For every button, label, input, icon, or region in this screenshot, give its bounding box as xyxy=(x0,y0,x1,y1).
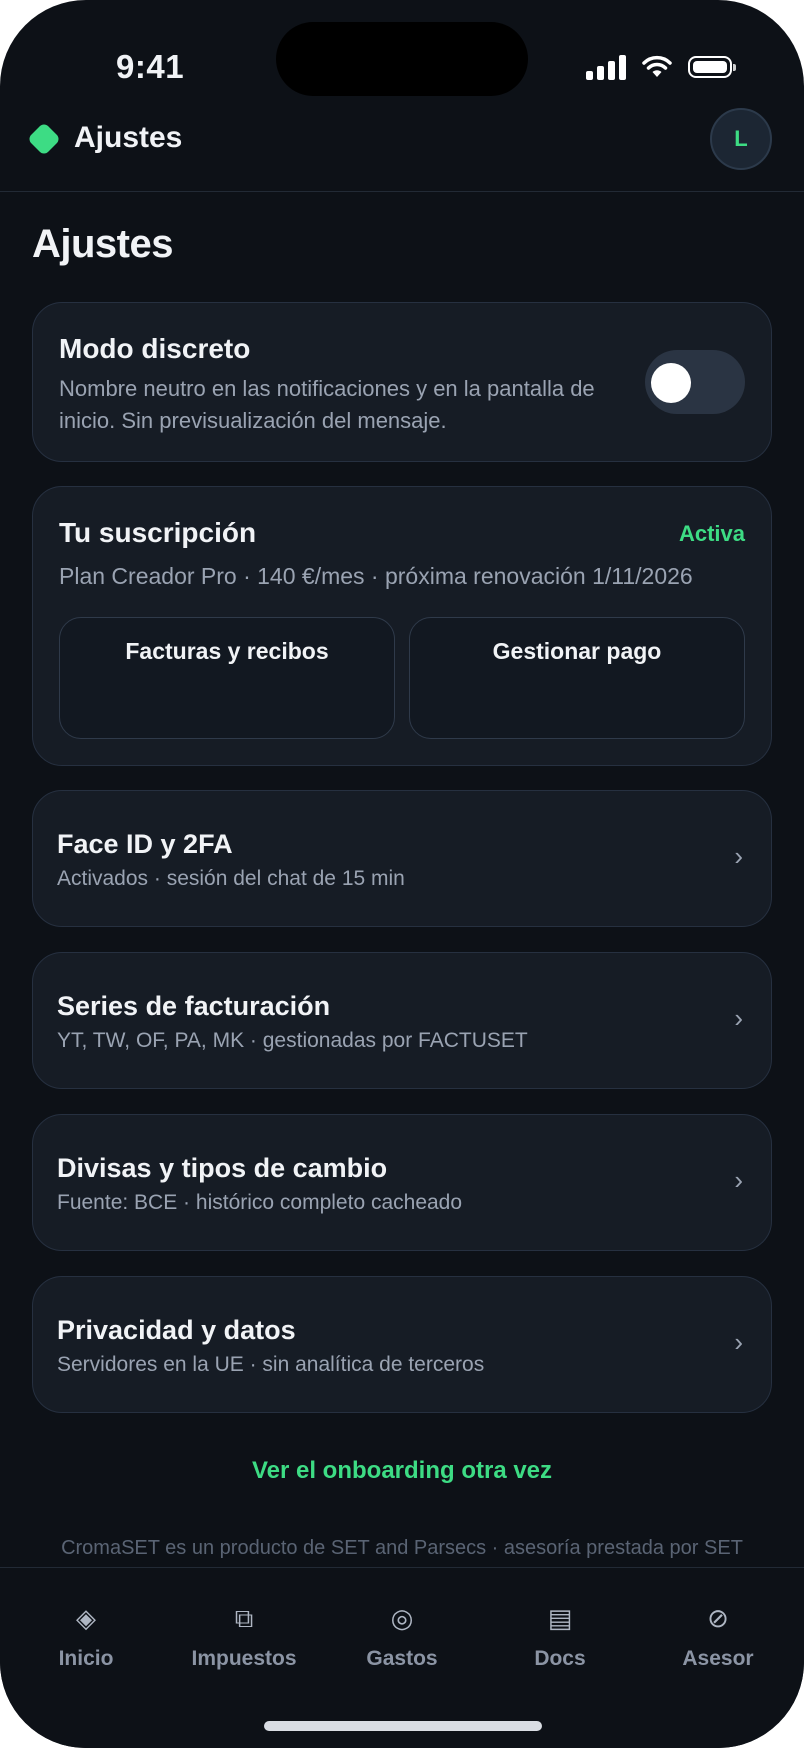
tab-docs[interactable]: ▤ Docs xyxy=(490,1598,630,1671)
manage-payment-button[interactable]: Gestionar pago xyxy=(409,617,745,739)
chevron-right-icon: › xyxy=(734,1165,743,1195)
settings-row-subtitle: Fuente: BCE · histórico completo cachead… xyxy=(57,1191,463,1214)
discreet-mode-toggle[interactable] xyxy=(645,350,745,414)
document-icon: ▤ xyxy=(547,1603,573,1633)
app-bar-title: Ajustes xyxy=(74,121,183,154)
tab-inicio[interactable]: ◈ Inicio xyxy=(16,1598,156,1671)
tab-impuestos[interactable]: ⧉ Impuestos xyxy=(174,1598,314,1671)
coin-icon: ◎ xyxy=(390,1603,414,1633)
layers-icon: ⧉ xyxy=(234,1603,254,1633)
settings-row-subtitle: YT, TW, OF, PA, MK · gestionadas por FAC… xyxy=(57,1029,528,1052)
page-title: Ajustes xyxy=(32,222,174,266)
tab-label: Impuestos xyxy=(191,1647,297,1670)
diamond-icon: ◈ xyxy=(76,1603,96,1633)
settings-row-security[interactable]: Face ID y 2FA Activados · sesión del cha… xyxy=(32,790,772,927)
user-avatar[interactable]: L xyxy=(710,108,772,170)
settings-row-title: Face ID y 2FA xyxy=(57,829,233,859)
tab-label: Gastos xyxy=(366,1647,438,1670)
settings-row-title: Divisas y tipos de cambio xyxy=(57,1153,388,1183)
brand-logo-icon xyxy=(27,122,61,156)
settings-row-privacy[interactable]: Privacidad y datos Servidores en la UE ·… xyxy=(32,1276,772,1413)
status-time: 9:41 xyxy=(116,48,185,85)
settings-row-title: Series de facturación xyxy=(57,991,331,1021)
discreet-mode-card: Modo discreto Nombre neutro en las notif… xyxy=(32,302,772,462)
phone-screen: 9:41 Ajustes L Ajustes Modo discreto Nom… xyxy=(0,0,804,1748)
wifi-icon xyxy=(642,55,672,77)
subscription-status-badge: Activa xyxy=(678,521,745,546)
cellular-signal-icon xyxy=(586,54,626,80)
settings-row-title: Privacidad y datos xyxy=(57,1315,296,1345)
discreet-mode-description: Nombre neutro en las notificaciones y en… xyxy=(59,376,595,433)
settings-row-currencies[interactable]: Divisas y tipos de cambio Fuente: BCE · … xyxy=(32,1114,772,1251)
tab-label: Inicio xyxy=(58,1647,114,1670)
home-indicator[interactable] xyxy=(264,1721,542,1731)
tab-gastos[interactable]: ◎ Gastos xyxy=(332,1598,472,1671)
settings-row-subtitle: Activados · sesión del chat de 15 min xyxy=(57,867,405,890)
subscription-title: Tu suscripción xyxy=(59,517,257,548)
onboarding-link[interactable]: Ver el onboarding otra vez xyxy=(0,1457,804,1485)
tab-asesor[interactable]: ⊘ Asesor xyxy=(648,1598,788,1671)
chevron-right-icon: › xyxy=(734,841,743,871)
chevron-right-icon: › xyxy=(734,1003,743,1033)
compass-icon: ⊘ xyxy=(707,1603,729,1633)
top-app-bar: Ajustes L xyxy=(0,100,804,192)
settings-row-subtitle: Servidores en la UE · sin analítica de t… xyxy=(57,1353,485,1376)
status-icons xyxy=(586,52,736,82)
invoices-button[interactable]: Facturas y recibos xyxy=(59,617,395,739)
subscription-card: Tu suscripción Activa Plan Creador Pro ·… xyxy=(32,486,772,766)
chevron-right-icon: › xyxy=(734,1327,743,1357)
subscription-plan-details: Plan Creador Pro · 140 €/mes · próxima r… xyxy=(59,563,693,589)
battery-icon xyxy=(688,56,736,78)
settings-row-invoice-series[interactable]: Series de facturación YT, TW, OF, PA, MK… xyxy=(32,952,772,1089)
tab-label: Asesor xyxy=(682,1647,754,1670)
toggle-knob xyxy=(651,363,691,403)
tab-label: Docs xyxy=(534,1647,586,1670)
dynamic-island xyxy=(276,22,528,96)
footer-note: CromaSET es un producto de SET and Parse… xyxy=(61,1537,743,1559)
discreet-mode-title: Modo discreto xyxy=(59,333,251,364)
